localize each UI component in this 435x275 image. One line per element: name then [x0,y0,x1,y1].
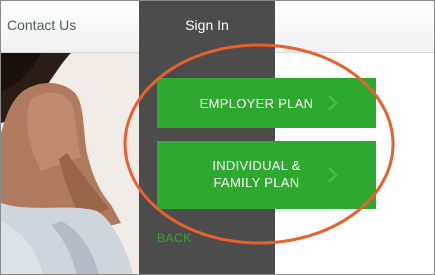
highlight-ellipse-annotation [123,43,395,245]
hero-photo [1,53,139,274]
nav-contact-us-link[interactable]: Contact Us [7,17,76,33]
woman-portrait-image [1,53,139,274]
browser-viewport: Contact Us Sign In EMPLOYER PLAN INDIVID… [0,0,435,275]
